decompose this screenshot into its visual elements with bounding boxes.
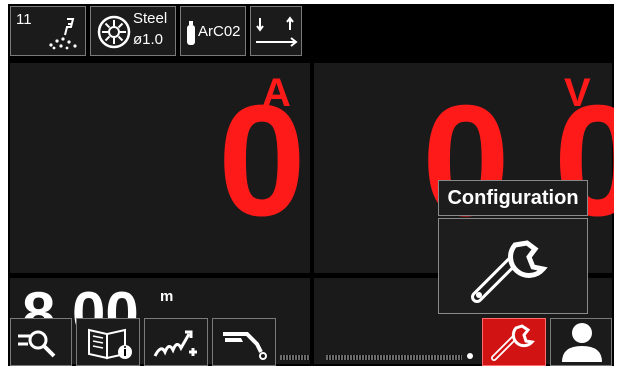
user-icon	[562, 323, 602, 362]
wire-reel-icon	[97, 15, 131, 49]
current-value: 0	[218, 73, 306, 249]
voltage-scale-marker	[467, 353, 473, 359]
gas-name: ArC02	[198, 23, 241, 40]
search-button[interactable]	[10, 318, 72, 366]
trigger-mode-icon	[256, 16, 298, 47]
torch-button[interactable]	[212, 318, 276, 366]
wfs-scale	[280, 355, 310, 360]
wire-diameter: ø1.0	[133, 31, 164, 48]
user-button[interactable]	[550, 318, 612, 366]
wire-material: Steel	[133, 10, 168, 27]
top-toolbar: 11 Steel ø1.0 ArC02	[8, 4, 614, 60]
current-panel: A 0	[10, 63, 310, 273]
wrench-icon	[471, 240, 548, 303]
welder-display: 11 Steel ø1.0 ArC02 A 0 V 0.0 8.00 m Con…	[8, 4, 614, 366]
welding-process-icon	[49, 18, 77, 50]
trigger-mode-button[interactable]	[250, 6, 302, 56]
gas-bottle-icon	[187, 21, 195, 45]
search-icon	[18, 330, 56, 358]
wire-feed-speed-unit: m	[160, 288, 174, 305]
user-manual-button[interactable]	[76, 318, 140, 366]
configuration-button[interactable]	[482, 318, 546, 366]
configuration-tile[interactable]	[438, 218, 588, 314]
process-number: 11	[16, 11, 32, 28]
voltage-scale	[326, 355, 462, 360]
torch-icon	[223, 332, 267, 360]
wrench-icon	[491, 324, 535, 361]
voltage-value: 0.0	[422, 73, 614, 249]
gas-button[interactable]: ArC02	[180, 6, 246, 56]
wire-button[interactable]: Steel ø1.0	[90, 6, 176, 56]
user-manual-icon	[88, 328, 132, 360]
configuration-label: Configuration	[438, 180, 588, 216]
welding-parameters-button[interactable]	[144, 318, 208, 366]
process-button[interactable]: 11	[10, 6, 86, 56]
welding-parameters-icon	[153, 330, 197, 357]
